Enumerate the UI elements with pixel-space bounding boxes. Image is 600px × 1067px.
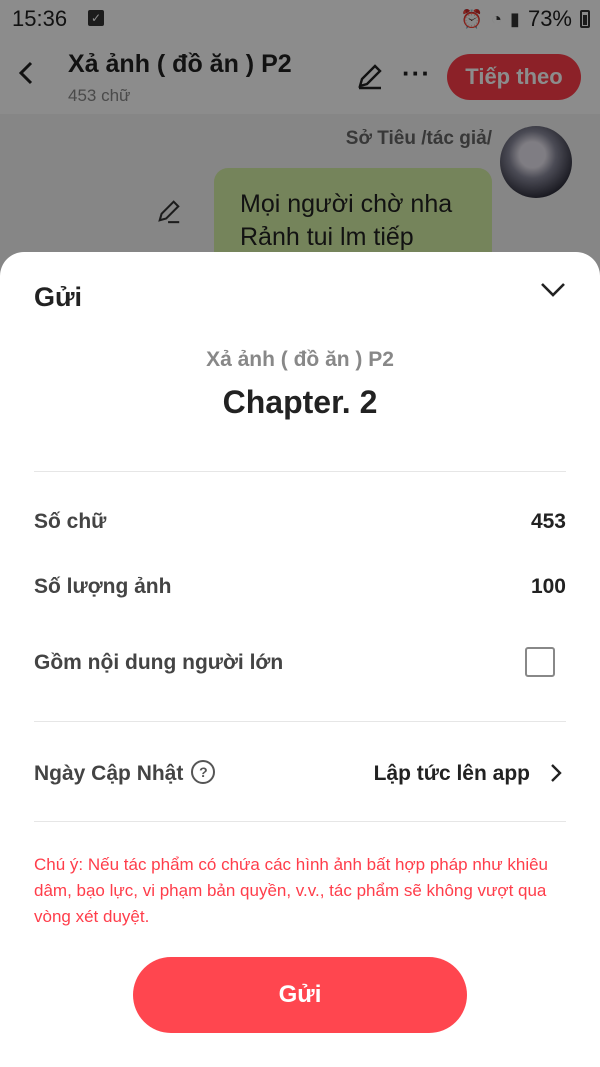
image-count-value: 100 [530, 575, 566, 598]
submit-sheet: Gửi Xả ảnh ( đồ ăn ) P2 Chapter. 2 Số ch… [0, 252, 600, 1067]
sheet-title: Gửi [34, 282, 83, 312]
image-count-label: Số lượng ảnh [34, 575, 172, 598]
word-count-value: 453 [530, 510, 566, 533]
divider [34, 471, 566, 472]
update-date-value[interactable]: Lập tức lên app [374, 762, 530, 786]
chevron-down-icon[interactable] [538, 278, 568, 302]
divider [34, 721, 566, 722]
help-icon[interactable]: ? [191, 760, 216, 785]
divider [34, 821, 566, 822]
adult-content-checkbox[interactable] [525, 647, 555, 677]
word-count-label: Số chữ [34, 510, 107, 533]
submit-button[interactable]: Gửi [133, 957, 467, 1033]
warning-note: Chú ý: Nếu tác phẩm có chứa các hình ảnh… [34, 855, 549, 926]
work-title: Xả ảnh ( đồ ăn ) P2 [206, 348, 394, 371]
adult-content-label: Gồm nội dung người lớn [34, 651, 284, 674]
update-date-text: Ngày Cập Nhật [34, 762, 184, 785]
chevron-right-icon[interactable] [548, 762, 564, 784]
update-date-label[interactable]: Ngày Cập Nhật? [34, 760, 216, 786]
chapter-title: Chapter. 2 [222, 384, 378, 420]
